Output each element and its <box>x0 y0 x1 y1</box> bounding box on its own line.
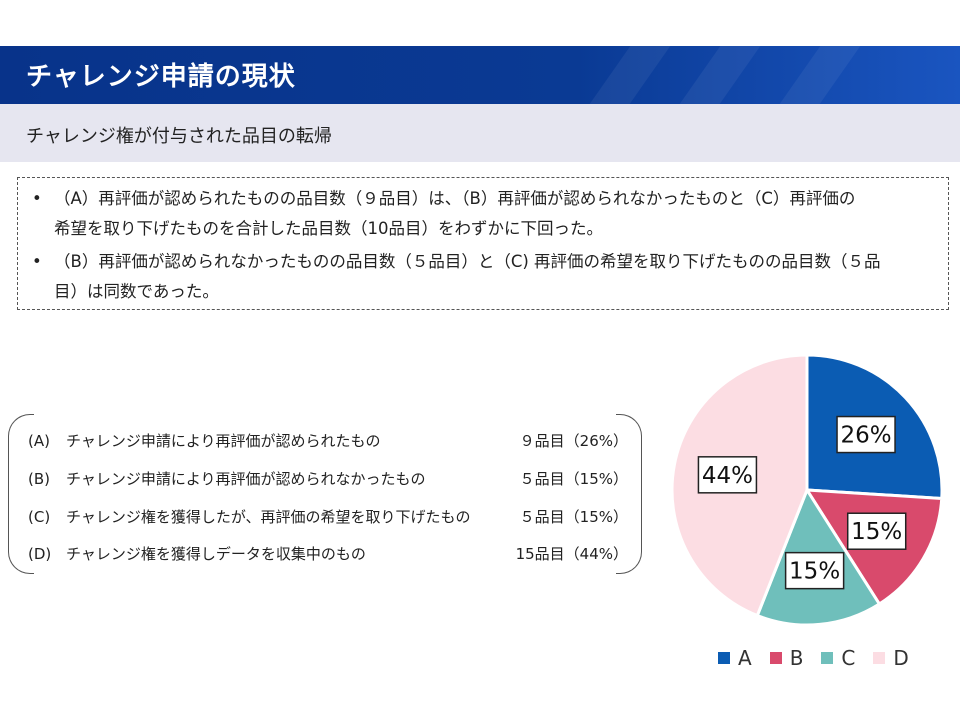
note-item: • （A）再評価が認められたものの品目数（９品目）は、（B）再評価が認められなか… <box>32 184 940 244</box>
slice-label-a: 26% <box>836 415 896 454</box>
legend-code: (D) <box>28 545 52 563</box>
legend-item-b: B <box>769 646 804 670</box>
legend-swatch <box>718 652 730 664</box>
bullet-mark: • <box>32 252 42 271</box>
category-legend-panel: (A) チャレンジ申請により再評価が認められたもの ９品目（26%） (B) チ… <box>8 414 642 576</box>
legend-row-d: (D) チャレンジ権を獲得しデータを収集中のもの 15品目（44%） <box>28 539 628 569</box>
note-box: • （A）再評価が認められたものの品目数（９品目）は、（B）再評価が認められなか… <box>17 177 949 310</box>
legend-label: C <box>841 646 856 670</box>
title-bar: チャレンジ申請の現状 <box>0 46 960 104</box>
legend-code: (B) <box>28 470 50 488</box>
legend-label: A <box>738 646 752 670</box>
chart-legend: A B C D <box>718 646 927 670</box>
slice-label-d: 44% <box>697 456 758 494</box>
legend-label: B <box>789 646 804 670</box>
legend-desc: チャレンジ申請により再評価が認められなかったもの <box>66 470 426 488</box>
legend-row-b: (B) チャレンジ申請により再評価が認められなかったもの ５品目（15%） <box>28 464 628 494</box>
page-title: チャレンジ申請の現状 <box>26 62 296 92</box>
legend-row-c: (C) チャレンジ権を獲得したが、再評価の希望を取り下げたもの ５品目（15%） <box>28 502 628 532</box>
slice-label-c: 15% <box>784 551 845 590</box>
page-subtitle: チャレンジ権が付与された品目の転帰 <box>26 126 332 147</box>
legend-swatch <box>873 652 886 664</box>
subtitle-bar: チャレンジ権が付与された品目の転帰 <box>0 104 960 162</box>
slice-label-text: 44% <box>702 463 753 489</box>
legend-row-a: (A) チャレンジ申請により再評価が認められたもの ９品目（26%） <box>28 426 628 456</box>
legend-swatch <box>821 652 834 664</box>
legend-desc: チャレンジ申請により再評価が認められたもの <box>66 432 381 450</box>
slice-label-text: 26% <box>840 423 891 449</box>
legend-desc: チャレンジ権を獲得しデータを収集中のもの <box>66 545 366 563</box>
slice-label-b: 15% <box>846 512 907 550</box>
note-line: 希望を取り下げたものを合計した品目数（10品目）をわずかに下回った。 <box>54 219 603 238</box>
slice-label-text: 15% <box>789 559 840 585</box>
bullet-mark: • <box>32 189 42 208</box>
legend-count: 15品目（44%） <box>515 545 628 563</box>
legend-count: ９品目（26%） <box>519 432 628 450</box>
legend-desc: チャレンジ権を獲得したが、再評価の希望を取り下げたもの <box>66 508 471 526</box>
note-item: • （B）再評価が認められなかったものの品目数（５品目）と（C) 再評価の希望を… <box>32 247 940 307</box>
legend-item-a: A <box>718 646 752 670</box>
note-line: （A）再評価が認められたものの品目数（９品目）は、（B）再評価が認められなかった… <box>54 189 856 208</box>
legend-count: ５品目（15%） <box>519 508 628 526</box>
note-line: （B）再評価が認められなかったものの品目数（５品目）と（C) 再評価の希望を取り… <box>54 252 881 271</box>
legend-item-d: D <box>873 646 909 670</box>
legend-swatch <box>769 652 782 664</box>
slice-label-text: 15% <box>851 519 902 545</box>
legend-count: ５品目（15%） <box>519 470 628 488</box>
legend-code: (A) <box>28 432 50 450</box>
legend-item-c: C <box>821 646 855 670</box>
note-line: 目）は同数であった。 <box>54 282 219 301</box>
legend-label: D <box>893 646 909 670</box>
legend-code: (C) <box>28 508 51 526</box>
pie-chart: 26% 15% 15% 44% <box>670 353 944 627</box>
